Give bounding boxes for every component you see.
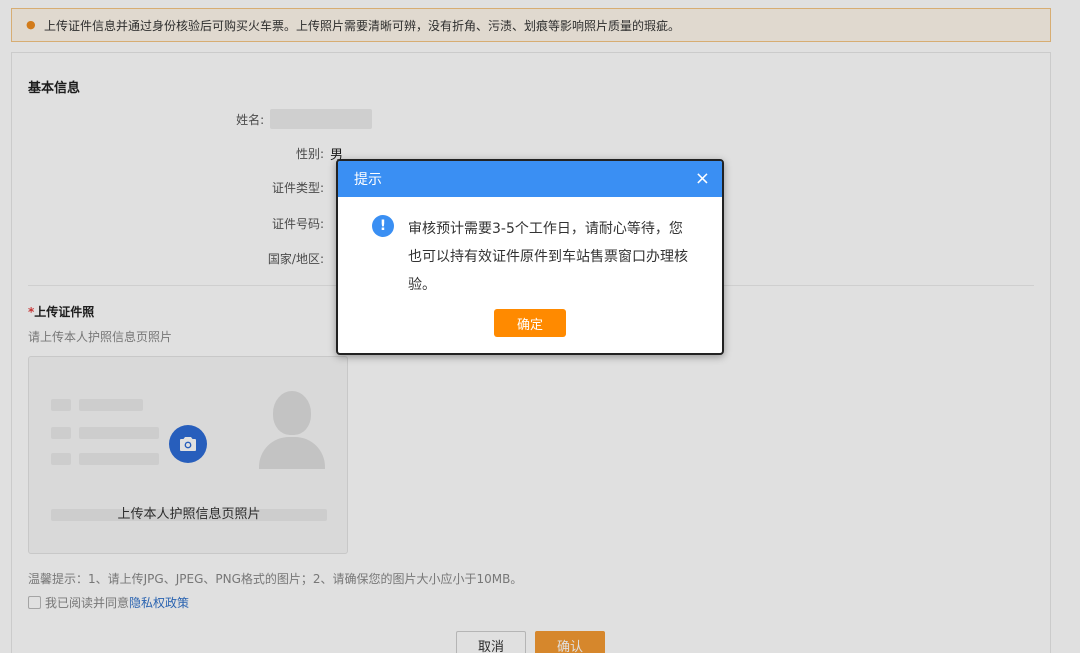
dialog-header: 提示 × <box>338 161 722 197</box>
ok-button[interactable]: 确定 <box>494 309 566 337</box>
dialog-title: 提示 <box>354 172 382 188</box>
close-icon[interactable]: × <box>695 170 710 188</box>
dialog-message: 审核预计需要3-5个工作日，请耐心等待，您也可以持有效证件原件到车站售票窗口办理… <box>408 221 688 293</box>
alert-dialog: 提示 × ! 审核预计需要3-5个工作日，请耐心等待，您也可以持有效证件原件到车… <box>336 159 724 355</box>
dialog-body: ! 审核预计需要3-5个工作日，请耐心等待，您也可以持有效证件原件到车站售票窗口… <box>338 197 722 299</box>
info-icon: ! <box>372 215 394 237</box>
